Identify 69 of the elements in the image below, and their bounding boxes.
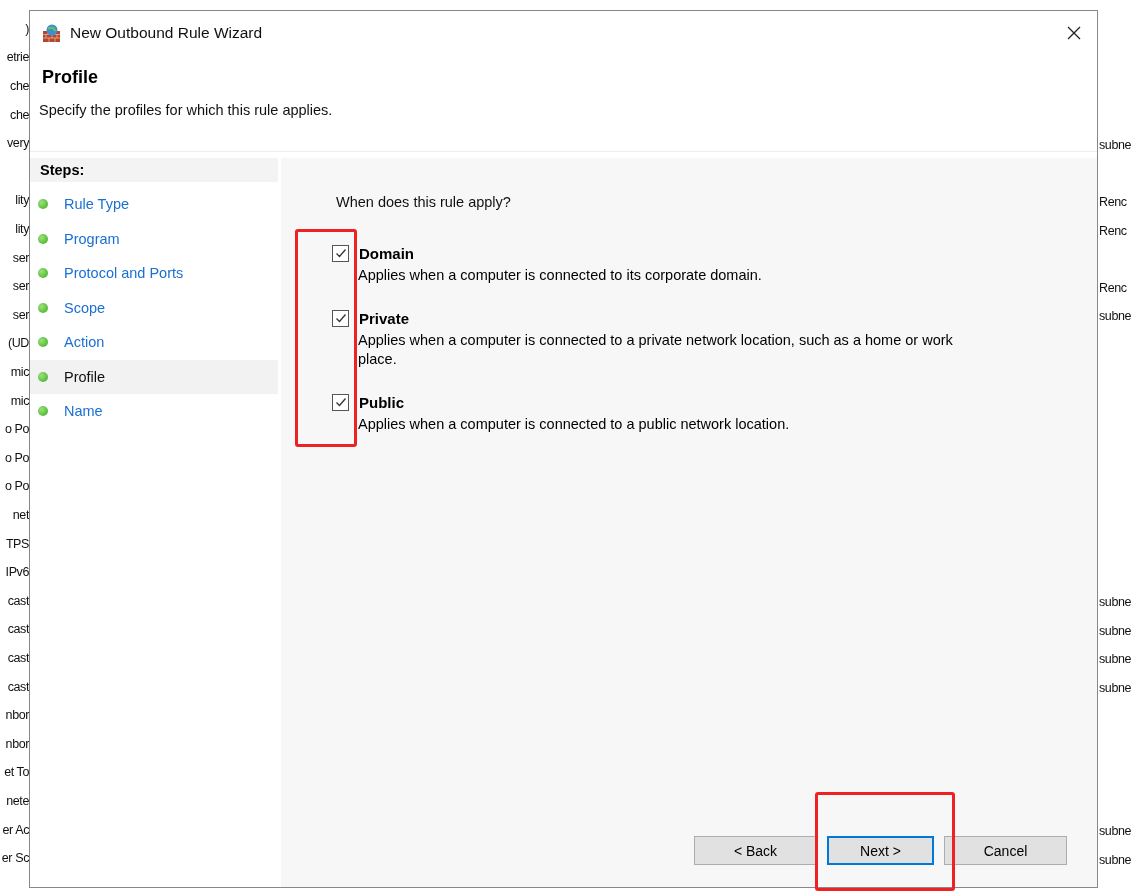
table-cell: nbor: [5, 736, 29, 751]
table-cell: er Sc: [1, 851, 29, 866]
step-item[interactable]: Protocol and Ports: [30, 256, 278, 291]
checkbox-label: Private: [359, 309, 410, 327]
step-item[interactable]: Rule Type: [30, 187, 278, 222]
table-cell: che: [10, 107, 29, 122]
table-cell: Renc: [1099, 223, 1127, 238]
table-cell: etrie: [6, 50, 29, 65]
table-cell: cast: [7, 622, 29, 637]
steps-title: Steps:: [30, 158, 278, 182]
step-item[interactable]: Name: [30, 394, 278, 429]
table-cell: nete: [6, 793, 29, 808]
table-cell: o Po: [4, 450, 29, 465]
table-cell: nbor: [5, 708, 29, 723]
table-cell: lity: [15, 222, 29, 237]
table-cell: subne: [1099, 623, 1132, 638]
checkbox[interactable]: [332, 309, 349, 327]
table-cell: er Ac: [2, 822, 29, 837]
question-text: When does this rule apply?: [336, 194, 512, 210]
table-cell: ser: [12, 250, 29, 265]
step-item[interactable]: Profile: [30, 359, 278, 394]
table-cell: cast: [7, 679, 29, 694]
table-cell: subne: [1099, 309, 1132, 324]
description-text: Applies when a computer is connected to its corporate domain.: [358, 266, 763, 285]
table-cell: mic: [10, 365, 29, 379]
checkbox-label: Domain: [359, 244, 414, 262]
step-item[interactable]: Action: [30, 325, 278, 360]
table-cell: o Po: [4, 479, 29, 494]
table-cell: subne: [1099, 824, 1132, 838]
table-cell: et To: [4, 765, 29, 780]
table-cell: subne: [1099, 595, 1132, 610]
table-cell: very: [7, 136, 29, 151]
step-item[interactable]: Program: [30, 221, 278, 256]
checkmark-icon: [333, 246, 348, 260]
table-cell: net: [12, 508, 29, 522]
checkbox-label: Public: [359, 393, 404, 411]
table-cell: Renc: [1099, 280, 1127, 295]
table-cell: ): [25, 21, 29, 36]
table-cell: IPv6: [5, 565, 29, 580]
table-cell: subne: [1099, 681, 1132, 696]
table-cell: subne: [1099, 852, 1132, 867]
table-cell: ser: [12, 307, 29, 322]
page-subtitle: Specify the profiles for which this rule applies.: [39, 102, 334, 118]
description-text: Applies when a computer is connected to a public network location.: [358, 415, 791, 434]
table-cell: cast: [7, 650, 29, 665]
table-cell: ser: [12, 279, 29, 294]
table-cell: TPS: [5, 536, 29, 551]
table-cell: (UD: [7, 336, 29, 351]
wizard-button[interactable]: Cancel: [944, 836, 1067, 865]
page-heading: Profile: [42, 67, 99, 88]
wizard-button[interactable]: < Back: [694, 836, 817, 865]
table-cell: mic: [10, 393, 29, 408]
table-cell: lity: [15, 193, 29, 208]
window-title: New Outbound Rule Wizard: [70, 24, 264, 42]
description-text: Applies when a computer is connected to a private network location, such as a home or work place.: [358, 331, 954, 369]
checkbox[interactable]: [332, 393, 349, 411]
checkbox[interactable]: [332, 244, 349, 262]
table-cell: subne: [1099, 137, 1132, 152]
step-item[interactable]: Scope: [30, 290, 278, 325]
checkmark-icon: [333, 311, 348, 325]
close-icon: [1066, 25, 1082, 41]
table-cell: o Po: [4, 422, 29, 437]
table-cell: subne: [1099, 652, 1132, 667]
wizard-button[interactable]: Next >: [827, 836, 934, 865]
table-cell: cast: [7, 593, 29, 608]
table-cell: che: [10, 79, 29, 94]
firewall-icon: [42, 23, 62, 43]
checkmark-icon: [333, 395, 348, 409]
table-cell: Renc: [1099, 194, 1127, 209]
